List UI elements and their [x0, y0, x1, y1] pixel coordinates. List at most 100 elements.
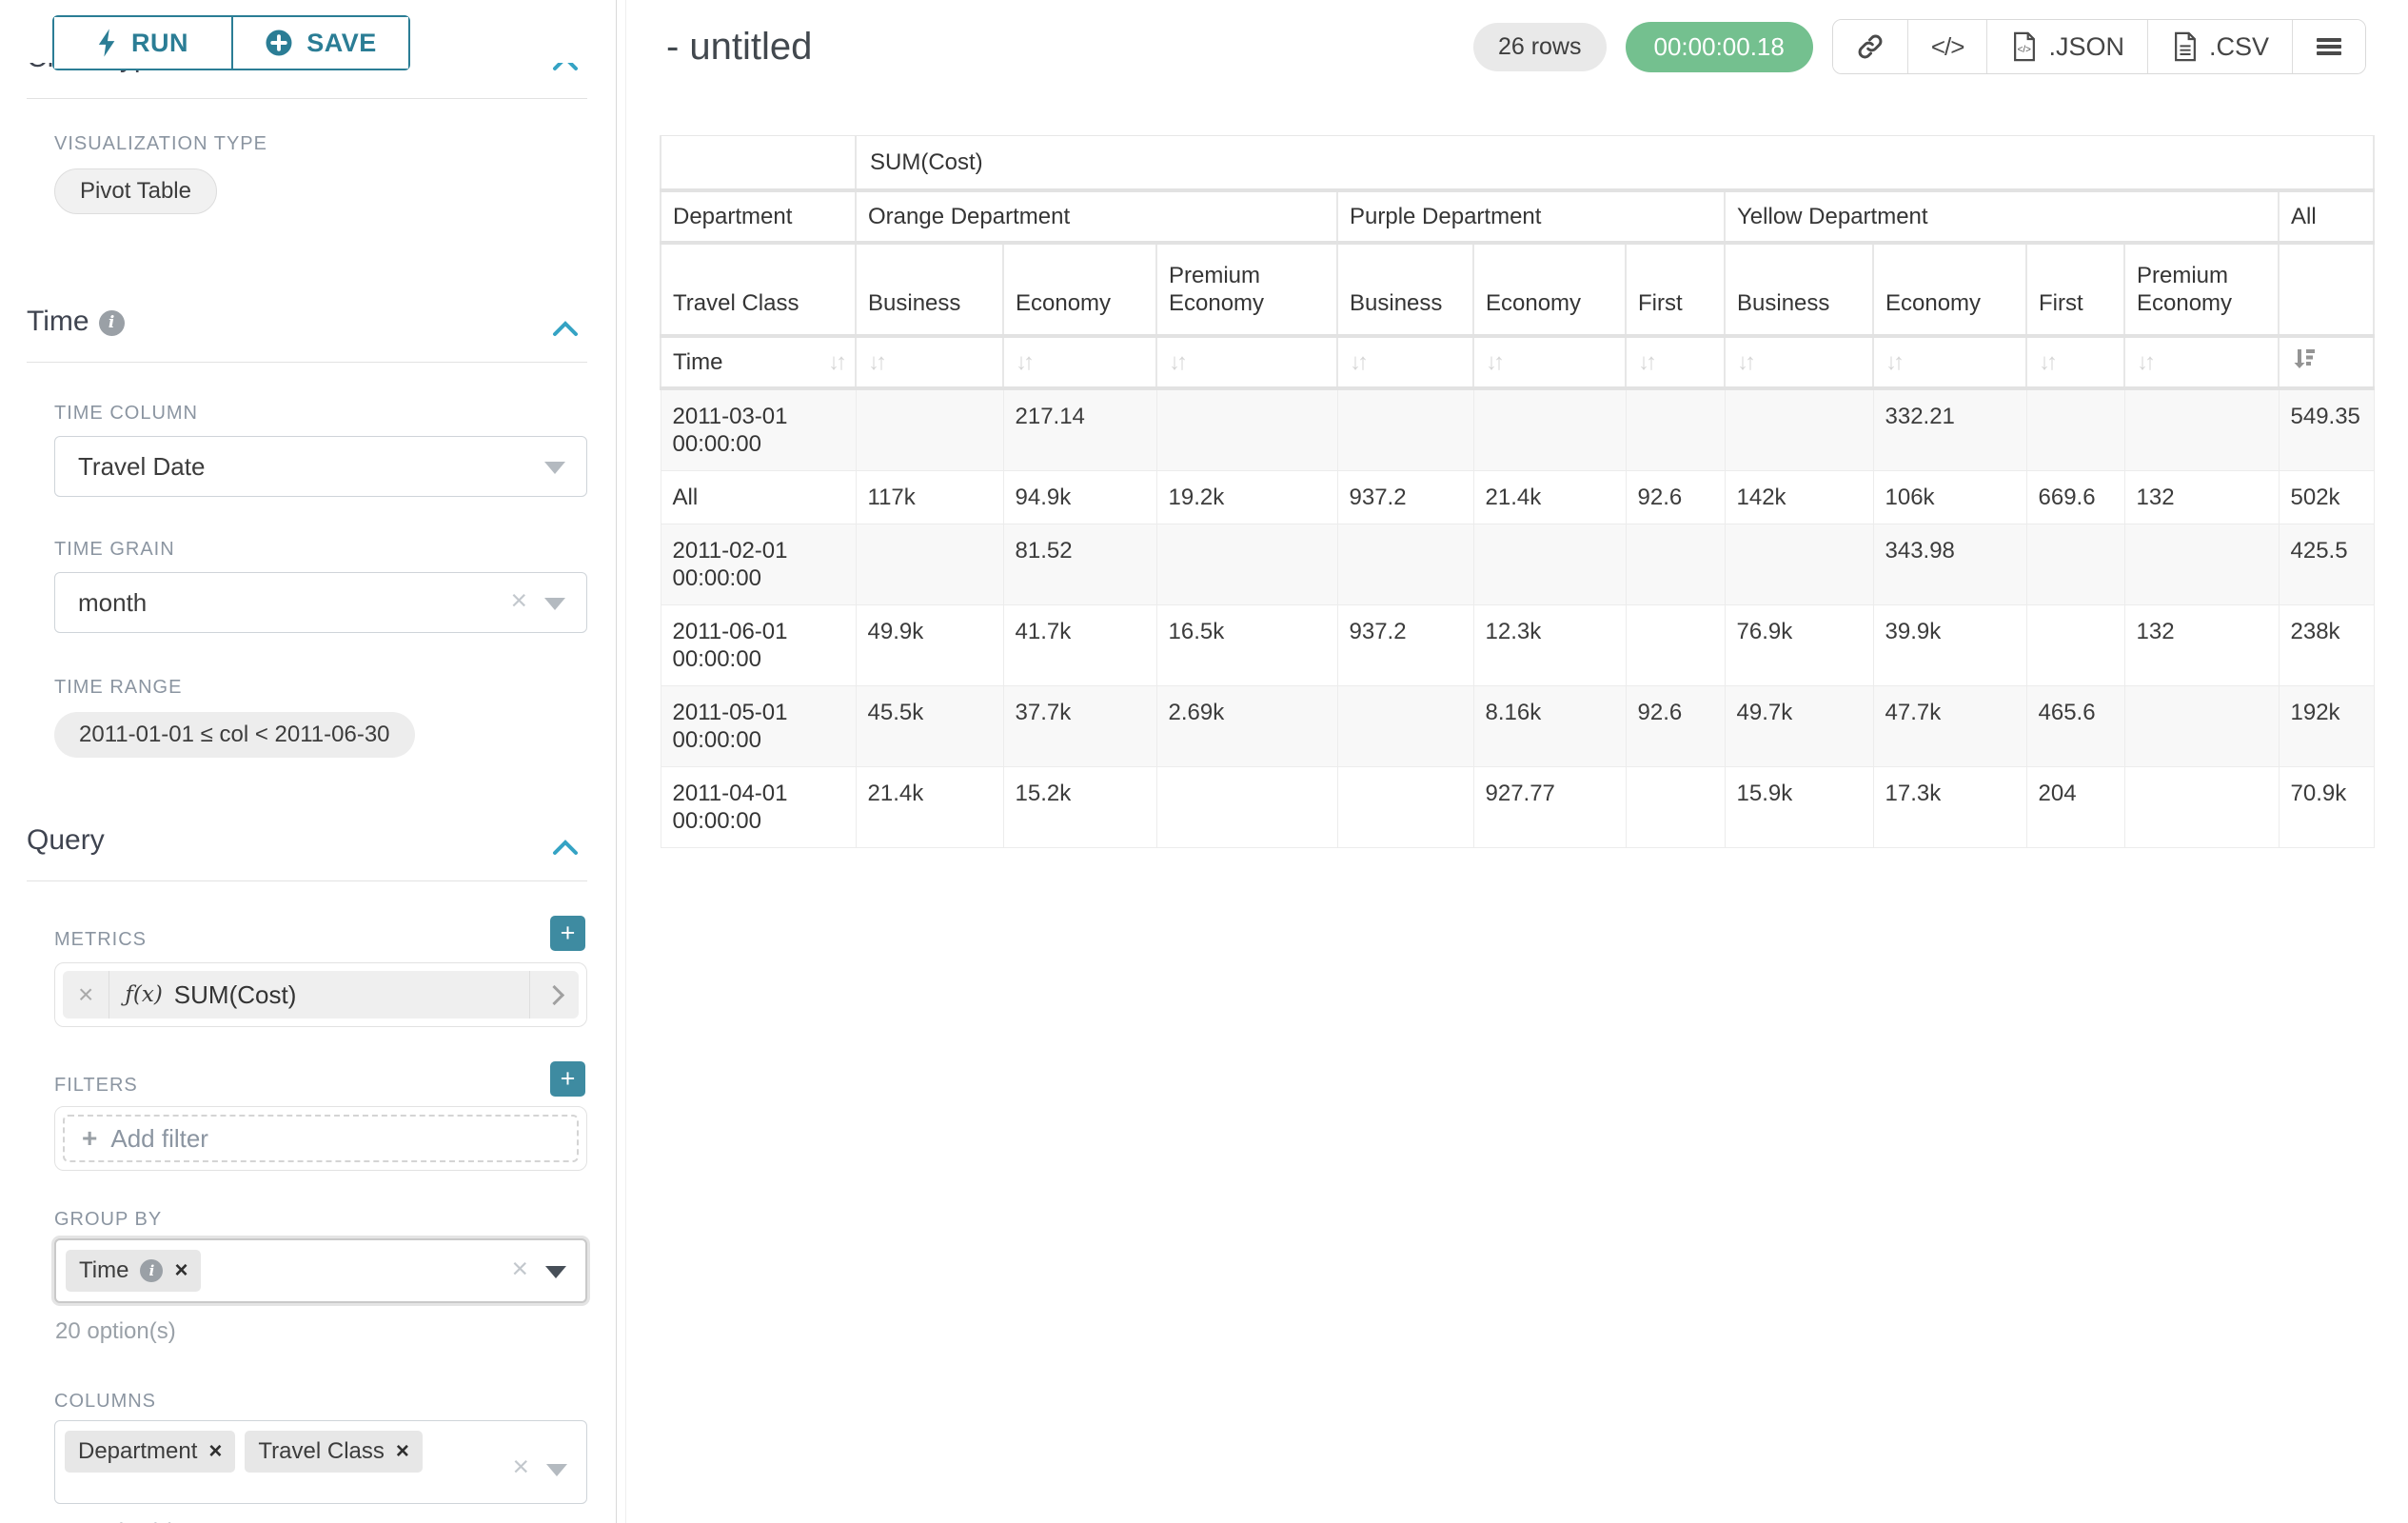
pivot-cell: 8.16k — [1473, 686, 1626, 767]
visualization-type-value[interactable]: Pivot Table — [54, 168, 217, 214]
remove-metric-icon[interactable]: × — [63, 971, 109, 1019]
metric-chip-body[interactable]: ƒ(x) SUM(Cost) — [109, 971, 529, 1019]
chevron-up-icon[interactable] — [551, 832, 580, 864]
pivot-row-label: 2011-02-01 00:00:00 — [661, 524, 856, 605]
filters-label: FILTERS — [54, 1075, 138, 1097]
remove-chip-icon[interactable]: × — [208, 1438, 222, 1465]
metric-chip[interactable]: × ƒ(x) SUM(Cost) — [63, 971, 579, 1019]
time-column-select[interactable]: Travel Date — [54, 436, 587, 497]
pivot-cell — [1337, 767, 1473, 848]
pivot-cell: 937.2 — [1337, 471, 1473, 524]
export-button-group: </> </> .JSON .CSV — [1832, 19, 2366, 74]
pivot-cell: 15.2k — [1003, 767, 1156, 848]
columns-chip-travel-class[interactable]: Travel Class × — [245, 1431, 422, 1473]
time-grain-select[interactable]: month × — [54, 572, 587, 633]
pivot-travel-class-header: Premium Economy — [2124, 243, 2279, 336]
json-file-icon: </> — [2010, 31, 2039, 62]
sort-icon[interactable]: ↓↑ — [1350, 349, 1365, 375]
pivot-cell: 21.4k — [1473, 471, 1626, 524]
pivot-cell: 192k — [2279, 686, 2374, 767]
sort-icon[interactable]: ↓↑ — [1169, 349, 1184, 375]
pivot-cell: 37.7k — [1003, 686, 1156, 767]
run-button[interactable]: RUN — [54, 17, 231, 69]
pivot-cell: 70.9k — [2279, 767, 2374, 848]
chevron-down-icon[interactable] — [546, 1464, 567, 1476]
time-range-value[interactable]: 2011-01-01 ≤ col < 2011-06-30 — [54, 712, 415, 758]
pivot-sort-cell: ↓↑ — [1156, 336, 1337, 388]
add-filter-plus-button[interactable]: + — [550, 1061, 585, 1097]
pivot-row-label: 2011-05-01 00:00:00 — [661, 686, 856, 767]
sort-icon[interactable]: ↓↑ — [828, 348, 843, 376]
sort-icon[interactable]: ↓↑ — [1486, 349, 1501, 375]
expand-metric-icon[interactable] — [529, 971, 579, 1019]
menu-button[interactable] — [2292, 20, 2365, 73]
clear-icon[interactable]: × — [512, 1452, 529, 1484]
chevron-down-icon[interactable] — [544, 462, 565, 474]
chip-label: Time — [79, 1257, 128, 1284]
pivot-cell: 39.9k — [1873, 605, 2026, 686]
pivot-cell — [1156, 524, 1337, 605]
pivot-cell — [2124, 767, 2279, 848]
time-column-value: Travel Date — [78, 452, 205, 482]
sort-icon[interactable]: ↓↑ — [1016, 349, 1031, 375]
pivot-cell: 343.98 — [1873, 524, 2026, 605]
pivot-cell — [856, 388, 1003, 471]
explore-control-panel: Chart Type VISUALIZATION TYPE Pivot Tabl… — [0, 0, 617, 1523]
pivot-cell — [1156, 767, 1337, 848]
clear-icon[interactable]: × — [511, 1254, 528, 1286]
sort-icon[interactable]: ↓↑ — [2039, 349, 2054, 375]
sort-icon[interactable]: ↓↑ — [868, 349, 883, 375]
remove-chip-icon[interactable]: × — [396, 1438, 409, 1465]
pivot-cell: 502k — [2279, 471, 2374, 524]
pivot-travel-class-row: Travel ClassBusinessEconomyPremium Econo… — [661, 243, 2374, 336]
chevron-up-icon[interactable] — [551, 313, 580, 346]
export-json-label: .JSON — [2048, 32, 2124, 62]
sort-desc-icon[interactable] — [2291, 347, 2316, 370]
function-icon: ƒ(x) — [125, 982, 162, 1007]
chevron-down-icon[interactable] — [544, 598, 565, 610]
chevron-down-icon[interactable] — [545, 1266, 566, 1278]
pivot-data-row: All117k94.9k19.2k937.221.4k92.6142k106k6… — [661, 471, 2374, 524]
sort-icon[interactable]: ↓↑ — [1638, 349, 1653, 375]
pivot-cell: 2.69k — [1156, 686, 1337, 767]
pivot-cell: 19.2k — [1156, 471, 1337, 524]
pivot-table: SUM(Cost)DepartmentOrange DepartmentPurp… — [660, 135, 2375, 848]
pivot-cell: 142k — [1725, 471, 1873, 524]
sort-icon[interactable]: ↓↑ — [2137, 349, 2152, 375]
row-dimension-label: Time — [673, 348, 722, 376]
query-section-heading[interactable]: Query — [27, 824, 587, 857]
pivot-travel-class-header: First — [1626, 243, 1725, 336]
run-button-label: RUN — [131, 29, 188, 58]
sidebar-toolbar: RUN SAVE — [0, 0, 616, 63]
pivot-cell: 45.5k — [856, 686, 1003, 767]
clear-icon[interactable]: × — [510, 585, 527, 618]
pivot-metric-header: SUM(Cost) — [856, 136, 2374, 191]
export-csv-label: .CSV — [2209, 32, 2269, 62]
pivot-cell: 132 — [2124, 605, 2279, 686]
add-filter-button[interactable]: + Add filter — [63, 1115, 579, 1162]
plus-icon: + — [82, 1123, 97, 1154]
group-by-chip-time[interactable]: Time i × — [66, 1250, 201, 1292]
columns-options-hint: 19 option(s) — [55, 1519, 587, 1523]
short-link-button[interactable] — [1833, 20, 1907, 73]
sort-icon[interactable]: ↓↑ — [1737, 349, 1752, 375]
add-metric-button[interactable]: + — [550, 916, 585, 951]
save-button[interactable]: SAVE — [231, 17, 408, 69]
pivot-cell — [1156, 388, 1337, 471]
export-csv-button[interactable]: .CSV — [2147, 20, 2292, 73]
columns-select[interactable]: Department × Travel Class × × — [54, 1420, 587, 1504]
pivot-travel-class-header: Economy — [1003, 243, 1156, 336]
chart-panel: - untitled 26 rows 00:00:00.18 </> </> .… — [618, 0, 2408, 1523]
remove-chip-icon[interactable]: × — [174, 1257, 188, 1284]
time-section-heading[interactable]: Timei — [27, 306, 587, 338]
columns-chip-department[interactable]: Department × — [65, 1431, 235, 1473]
export-json-button[interactable]: </> .JSON — [1986, 20, 2147, 73]
group-by-select[interactable]: Time i × × — [54, 1238, 587, 1303]
pivot-cell: 106k — [1873, 471, 2026, 524]
view-query-button[interactable]: </> — [1907, 20, 1987, 73]
time-range-label: TIME RANGE — [54, 677, 587, 699]
sort-icon[interactable]: ↓↑ — [1885, 349, 1901, 375]
pivot-cell — [1337, 686, 1473, 767]
pivot-row-dimension-header: Time ↓↑ — [661, 336, 856, 388]
chart-title[interactable]: - untitled — [666, 26, 812, 69]
